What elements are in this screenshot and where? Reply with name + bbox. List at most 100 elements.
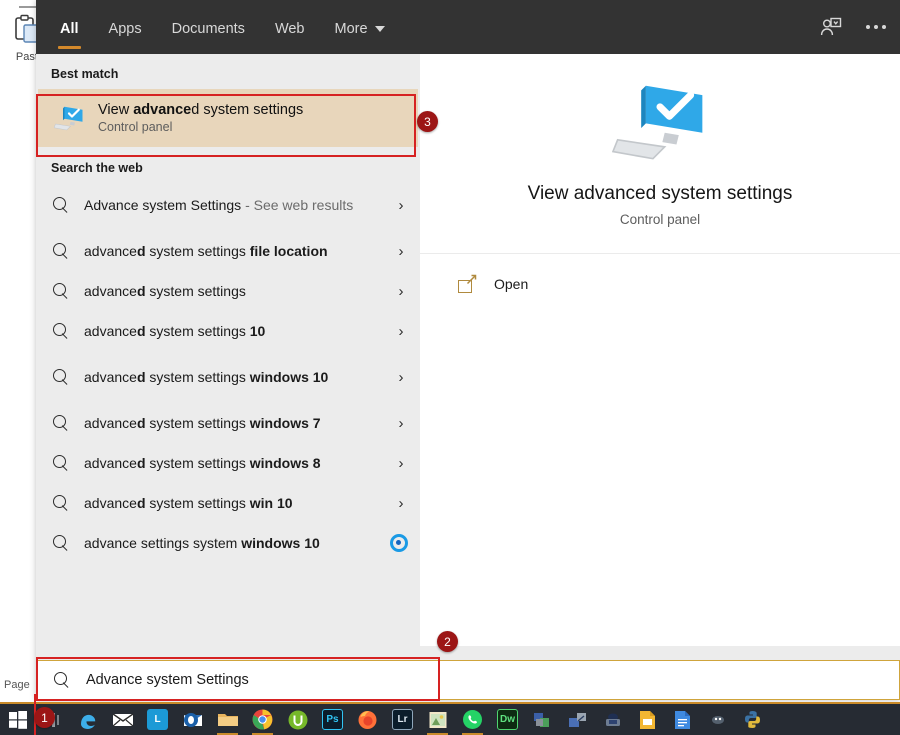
taskbar-utorrent[interactable] xyxy=(280,703,315,735)
windows-logo-icon xyxy=(8,710,27,729)
tab-apps-label: Apps xyxy=(108,21,142,37)
open-action[interactable]: Open xyxy=(420,254,900,293)
list-item[interactable]: Advance system Settings - See web result… xyxy=(36,179,420,231)
more-options-icon[interactable] xyxy=(866,25,886,29)
doc-icon xyxy=(675,710,690,729)
search-icon xyxy=(52,242,70,260)
chevron-right-icon: › xyxy=(398,494,404,512)
whatsapp-icon xyxy=(463,710,482,729)
taskbar-lumion[interactable]: L xyxy=(140,703,175,735)
screen: Paste Page All Apps Documents Web More B… xyxy=(0,0,900,735)
utorrent-icon xyxy=(288,710,307,729)
sheet-icon xyxy=(640,710,655,729)
tab-web-label: Web xyxy=(274,21,305,37)
taskbar-python[interactable] xyxy=(735,703,770,735)
list-item[interactable]: advanced system settings windows 8 › xyxy=(36,443,420,483)
list-item[interactable]: advance settings system windows 10 xyxy=(36,523,420,563)
open-label: Open xyxy=(494,275,529,292)
list-item[interactable]: advanced system settings windows 7 › xyxy=(36,403,420,443)
list-item[interactable]: advanced system settings 10 › xyxy=(36,311,420,351)
taskbar-chrome[interactable] xyxy=(245,703,280,735)
suggestion-text: advanced system settings windows 8 xyxy=(84,454,321,471)
tab-apps[interactable]: Apps xyxy=(107,21,144,54)
taskbar-app-15[interactable] xyxy=(525,703,560,735)
tab-web[interactable]: Web xyxy=(273,21,307,54)
best-match-section-label: Best match xyxy=(51,67,119,81)
taskbar-app-17[interactable] xyxy=(595,703,630,735)
tab-all[interactable]: All xyxy=(58,21,81,54)
taskbar-file-explorer[interactable] xyxy=(210,703,245,735)
search-icon xyxy=(52,282,70,300)
start-button[interactable] xyxy=(0,703,35,735)
suggestion-text: advanced system settings windows 7 xyxy=(84,414,321,431)
best-match-row[interactable]: View advanced system settings Control pa… xyxy=(38,89,418,147)
app-letter-icon: L xyxy=(147,709,168,730)
taskbar-mail[interactable] xyxy=(105,703,140,735)
chevron-right-icon: › xyxy=(398,282,404,300)
taskbar-docs[interactable] xyxy=(665,703,700,735)
firefox-icon xyxy=(358,711,377,729)
suggestion-text: advanced system settings file location xyxy=(84,242,328,259)
suggestion-text: advanced system settings windows 10 xyxy=(84,368,329,385)
taskbar-whatsapp[interactable] xyxy=(455,703,490,735)
taskbar: L Ps Lr Dw xyxy=(0,702,900,735)
account-person-icon[interactable] xyxy=(820,17,842,37)
app-icon xyxy=(605,713,620,726)
best-match-texts: View advanced system settings Control pa… xyxy=(98,102,303,134)
app-icon xyxy=(533,712,549,727)
outlook-icon xyxy=(183,712,202,727)
taskbar-app-16[interactable] xyxy=(560,703,595,735)
taskbar-dreamweaver[interactable]: Dw xyxy=(490,703,525,735)
tab-more[interactable]: More xyxy=(333,21,387,54)
cortana-icon[interactable] xyxy=(390,534,408,552)
search-icon xyxy=(52,368,70,386)
best-match-title: View advanced system settings xyxy=(98,102,304,118)
taskbar-outlook[interactable] xyxy=(175,703,210,735)
taskbar-sheets[interactable] xyxy=(630,703,665,735)
preview-title: View advanced system settings xyxy=(527,182,793,204)
search-icon xyxy=(52,494,70,512)
search-icon xyxy=(53,671,71,689)
suggestion-text: advanced system settings xyxy=(84,282,246,299)
app-letter-icon: Ps xyxy=(322,709,343,730)
list-item[interactable]: advanced system settings win 10 › xyxy=(36,483,420,523)
taskbar-firefox[interactable] xyxy=(350,703,385,735)
chevron-right-icon: › xyxy=(398,196,404,214)
monitor-check-icon xyxy=(612,85,703,160)
suggestion-text: advanced system settings win 10 xyxy=(84,494,293,511)
tab-list: All Apps Documents Web More xyxy=(36,0,387,54)
suggestion-text: advance settings system windows 10 xyxy=(84,534,320,551)
mail-icon xyxy=(112,712,133,726)
taskbar-lightroom[interactable]: Lr xyxy=(385,703,420,735)
taskbar-photo-viewer[interactable] xyxy=(420,703,455,735)
taskbar-edge[interactable] xyxy=(70,703,105,735)
tabbar-actions xyxy=(820,0,886,54)
chevron-right-icon: › xyxy=(398,322,404,340)
suggestion-text: advanced system settings 10 xyxy=(84,322,266,339)
picture-icon xyxy=(429,711,446,728)
taskbar-app-20[interactable] xyxy=(700,703,735,735)
tab-documents[interactable]: Documents xyxy=(170,21,247,54)
monitor-check-icon xyxy=(54,106,83,131)
suggestion-text: Advance system Settings - See web result… xyxy=(84,196,354,213)
annotation-badge-1: 1 xyxy=(34,707,55,728)
list-item[interactable]: advanced system settings windows 10 › xyxy=(36,351,420,403)
taskbar-photoshop[interactable]: Ps xyxy=(315,703,350,735)
search-icon xyxy=(52,454,70,472)
preview-pane: View advanced system settings Control pa… xyxy=(420,54,900,646)
app-icon xyxy=(568,712,586,727)
search-input[interactable]: Advance system Settings xyxy=(86,672,249,688)
annotation-badge-2: 2 xyxy=(437,631,458,652)
chrome-icon xyxy=(252,709,273,730)
search-bar[interactable]: Advance system Settings xyxy=(36,660,900,700)
app-letter-icon: Lr xyxy=(392,709,413,730)
chevron-right-icon: › xyxy=(398,454,404,472)
search-icon xyxy=(52,322,70,340)
search-icon xyxy=(52,534,70,552)
annotation-badge-3: 3 xyxy=(417,111,438,132)
preview-subtitle: Control panel xyxy=(619,211,701,227)
search-icon xyxy=(52,196,70,214)
list-item[interactable]: advanced system settings file location › xyxy=(36,231,420,271)
preview-hero: View advanced system settings Control pa… xyxy=(420,54,900,254)
list-item[interactable]: advanced system settings › xyxy=(36,271,420,311)
